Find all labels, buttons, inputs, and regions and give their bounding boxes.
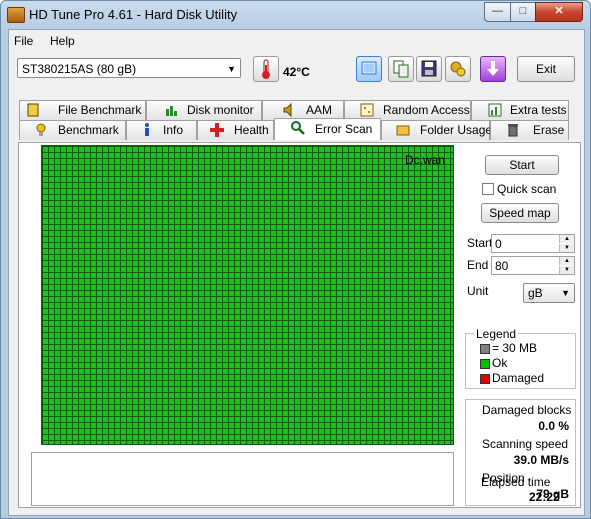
file-benchmark-icon	[27, 103, 39, 117]
download-arrow-icon	[487, 61, 499, 76]
chevron-down-icon: ▼	[561, 288, 570, 298]
start-button[interactable]: Start	[485, 155, 559, 175]
end-value: 80	[495, 259, 509, 273]
tab-error-scan[interactable]: Error Scan	[274, 118, 381, 140]
elapsed-time-label: Elapsed time	[481, 475, 551, 489]
damaged-swatch	[480, 374, 490, 384]
start-label: Start	[467, 236, 493, 250]
tab-folder-usage[interactable]: Folder Usage	[381, 120, 492, 140]
scanning-speed-label: Scanning speed	[482, 437, 569, 451]
chevron-down-icon: ▼	[227, 64, 236, 74]
app-window: HD Tune Pro 4.61 - Hard Disk Utility — □…	[0, 0, 591, 519]
drive-select[interactable]: ST380215AS (80 gB) ▼	[17, 58, 241, 78]
disk-monitor-icon	[166, 106, 177, 116]
spin-up-icon[interactable]: ▲	[559, 257, 574, 265]
info-icon	[145, 123, 149, 136]
app-icon	[7, 7, 25, 23]
end-label: End	[467, 258, 489, 272]
legend-block-size: = 30 MB	[492, 341, 538, 355]
download-button[interactable]	[480, 56, 506, 82]
damaged-blocks-value: 0.0 %	[538, 419, 569, 433]
save-button[interactable]	[416, 56, 442, 82]
unit-select[interactable]: gB ▼	[523, 283, 575, 303]
unit-label: Unit	[467, 284, 489, 298]
block-size-swatch	[480, 344, 490, 354]
magnifier-icon	[291, 121, 305, 135]
damaged-blocks-label: Damaged blocks	[482, 403, 572, 417]
tab-erase[interactable]: Erase	[490, 120, 569, 140]
copy-icon	[393, 60, 409, 78]
quick-scan-checkbox[interactable]	[482, 183, 494, 195]
menu-help[interactable]: Help	[50, 34, 75, 48]
floppy-disk-icon	[421, 60, 437, 77]
copy-button[interactable]	[388, 56, 414, 82]
tab-extra-tests[interactable]: Extra tests	[471, 100, 569, 120]
tab-health[interactable]: Health	[197, 120, 274, 140]
start-spinbox[interactable]: 0 ▲ ▼	[491, 234, 575, 253]
options-button[interactable]	[445, 56, 471, 82]
spin-down-icon[interactable]: ▼	[559, 244, 574, 252]
quick-scan-label: Quick scan	[497, 182, 557, 196]
trash-icon	[508, 124, 518, 137]
spin-up-icon[interactable]: ▲	[559, 235, 574, 243]
tab-file-benchmark[interactable]: File Benchmark	[19, 100, 146, 120]
screenshot-button[interactable]	[356, 56, 382, 82]
legend-ok: Ok	[492, 356, 508, 370]
overlay-text: Dc.wan	[405, 153, 446, 167]
maximize-button[interactable]: □	[510, 2, 536, 22]
tab-info[interactable]: Info	[126, 120, 197, 140]
tab-disk-monitor[interactable]: Disk monitor	[146, 100, 262, 120]
benchmark-icon	[36, 123, 46, 136]
client-area: File Help ST380215AS (80 gB) ▼ 42°C Exit…	[8, 29, 585, 516]
unit-select-value: gB	[528, 286, 543, 300]
tab-aam[interactable]: AAM	[262, 100, 344, 120]
thermometer-icon	[262, 59, 270, 79]
speed-map-button[interactable]: Speed map	[481, 203, 559, 223]
end-spinbox[interactable]: 80 ▲ ▼	[491, 256, 575, 275]
screenshot-icon	[361, 61, 377, 75]
health-cross-icon	[210, 123, 224, 137]
legend-title: Legend	[474, 327, 519, 341]
close-button[interactable]: ✕	[535, 2, 583, 22]
tab-random-access[interactable]: Random Access	[344, 100, 471, 120]
random-access-icon	[360, 103, 374, 117]
extra-tests-icon	[488, 103, 502, 117]
log-box[interactable]	[31, 452, 454, 506]
title-bar[interactable]: HD Tune Pro 4.61 - Hard Disk Utility — □…	[1, 1, 590, 29]
toolbar: ST380215AS (80 gB) ▼ 42°C Exit	[9, 52, 584, 92]
elapsed-time-value: 22:22	[529, 490, 560, 504]
tab-benchmark[interactable]: Benchmark	[19, 120, 126, 140]
legend-box: Legend = 30 MB Ok Damaged	[465, 327, 576, 389]
folder-icon	[396, 125, 410, 136]
temperature-value: 42°C	[283, 65, 310, 79]
error-scan-panel: Dc.wan Start Quick scan Speed map Start …	[18, 142, 581, 508]
speaker-icon	[283, 103, 292, 117]
minimize-button[interactable]: —	[484, 2, 511, 22]
window-title: HD Tune Pro 4.61 - Hard Disk Utility	[29, 7, 238, 22]
menu-bar: File Help	[9, 30, 584, 52]
block-map	[41, 145, 454, 445]
spin-down-icon[interactable]: ▼	[559, 266, 574, 274]
legend-damaged: Damaged	[492, 371, 545, 385]
drive-select-value: ST380215AS (80 gB)	[22, 62, 137, 76]
ok-swatch	[480, 359, 490, 369]
temperature-button[interactable]	[253, 56, 279, 82]
exit-button[interactable]: Exit	[517, 56, 575, 82]
menu-file[interactable]: File	[14, 34, 33, 48]
gears-icon	[450, 61, 466, 77]
start-value: 0	[495, 237, 502, 251]
scanning-speed-value: 39.0 MB/s	[513, 453, 569, 467]
